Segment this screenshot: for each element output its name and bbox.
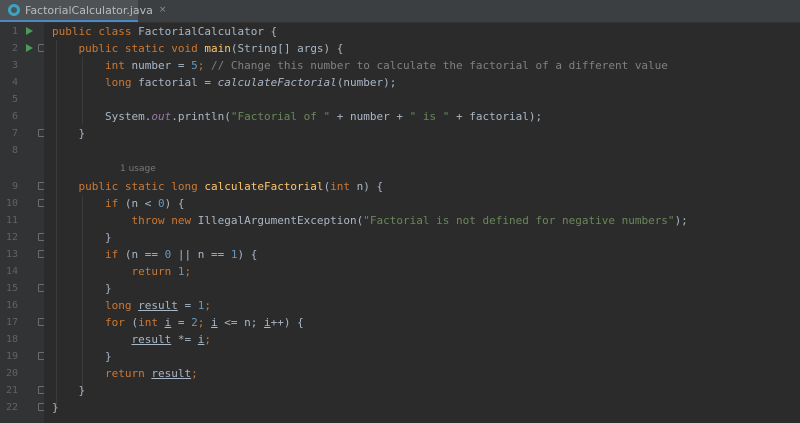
- code-editor[interactable]: 1 2 3 4 5 6 7 8 9 10 11 12 13 14 15 16 1…: [0, 23, 800, 423]
- editor-tab-bar: FactorialCalculator.java ×: [0, 0, 800, 23]
- line-number: 18: [5, 334, 18, 345]
- line-number: 2: [11, 43, 18, 54]
- code-line-22: }: [52, 401, 59, 414]
- code-line-20: return result;: [104, 367, 198, 380]
- code-line-16: long result = 1;: [104, 299, 211, 312]
- line-number: 13: [5, 249, 18, 260]
- line-number: 7: [11, 128, 18, 139]
- line-number: 5: [11, 94, 18, 105]
- line-number: 1: [11, 26, 18, 37]
- line-number: 3: [11, 60, 18, 71]
- code-line-9: public static long calculateFactorial(in…: [78, 180, 384, 193]
- code-line-13: if (n == 0 || n == 1) {: [104, 248, 258, 261]
- code-line-11: throw new IllegalArgumentException("Fact…: [131, 214, 688, 227]
- tab-factorial-calculator[interactable]: FactorialCalculator.java ×: [0, 0, 166, 22]
- code-line-18: result *= i;: [131, 333, 211, 346]
- line-number: 20: [5, 368, 18, 379]
- tab-label: FactorialCalculator.java: [25, 3, 153, 17]
- java-class-icon: [8, 4, 20, 16]
- run-main-icon[interactable]: [26, 44, 33, 52]
- code-line-17: for (int i = 2; i <= n; i++) {: [104, 316, 304, 329]
- code-area[interactable]: public class FactorialCalculator { publi…: [44, 23, 800, 423]
- run-class-icon[interactable]: [26, 27, 33, 35]
- line-number: 17: [5, 317, 18, 328]
- code-line-7: }: [78, 127, 86, 140]
- code-line-10: if (n < 0) {: [104, 197, 185, 210]
- line-number: 10: [5, 198, 18, 209]
- line-number: 22: [5, 402, 18, 413]
- line-number: 15: [5, 283, 18, 294]
- code-line-3: int number = 5; // Change this number to…: [104, 59, 668, 72]
- close-tab-icon[interactable]: ×: [159, 5, 167, 15]
- code-line-14: return 1;: [131, 265, 192, 278]
- line-number: 19: [5, 351, 18, 362]
- line-number: 8: [11, 145, 18, 156]
- code-line-6: System.out.println("Factorial of " + num…: [104, 110, 543, 123]
- line-number: 9: [11, 181, 18, 192]
- usage-hint[interactable]: 1 usage: [120, 161, 156, 178]
- line-number: 16: [5, 300, 18, 311]
- line-number: 21: [5, 385, 18, 396]
- code-line-2: public static void main(String[] args) {: [78, 42, 344, 55]
- line-number: 4: [11, 77, 18, 88]
- line-number: 6: [11, 111, 18, 122]
- code-line-4: long factorial = calculateFactorial(numb…: [104, 76, 397, 89]
- code-line-19: }: [104, 350, 112, 363]
- line-number: 11: [5, 215, 18, 226]
- line-number: 12: [5, 232, 18, 243]
- code-line-12: }: [104, 231, 112, 244]
- code-line-21: }: [78, 384, 86, 397]
- line-number: 14: [5, 266, 18, 277]
- code-line-1: public class FactorialCalculator {: [52, 25, 278, 38]
- gutter: 1 2 3 4 5 6 7 8 9 10 11 12 13 14 15 16 1…: [0, 23, 45, 423]
- code-line-15: }: [104, 282, 112, 295]
